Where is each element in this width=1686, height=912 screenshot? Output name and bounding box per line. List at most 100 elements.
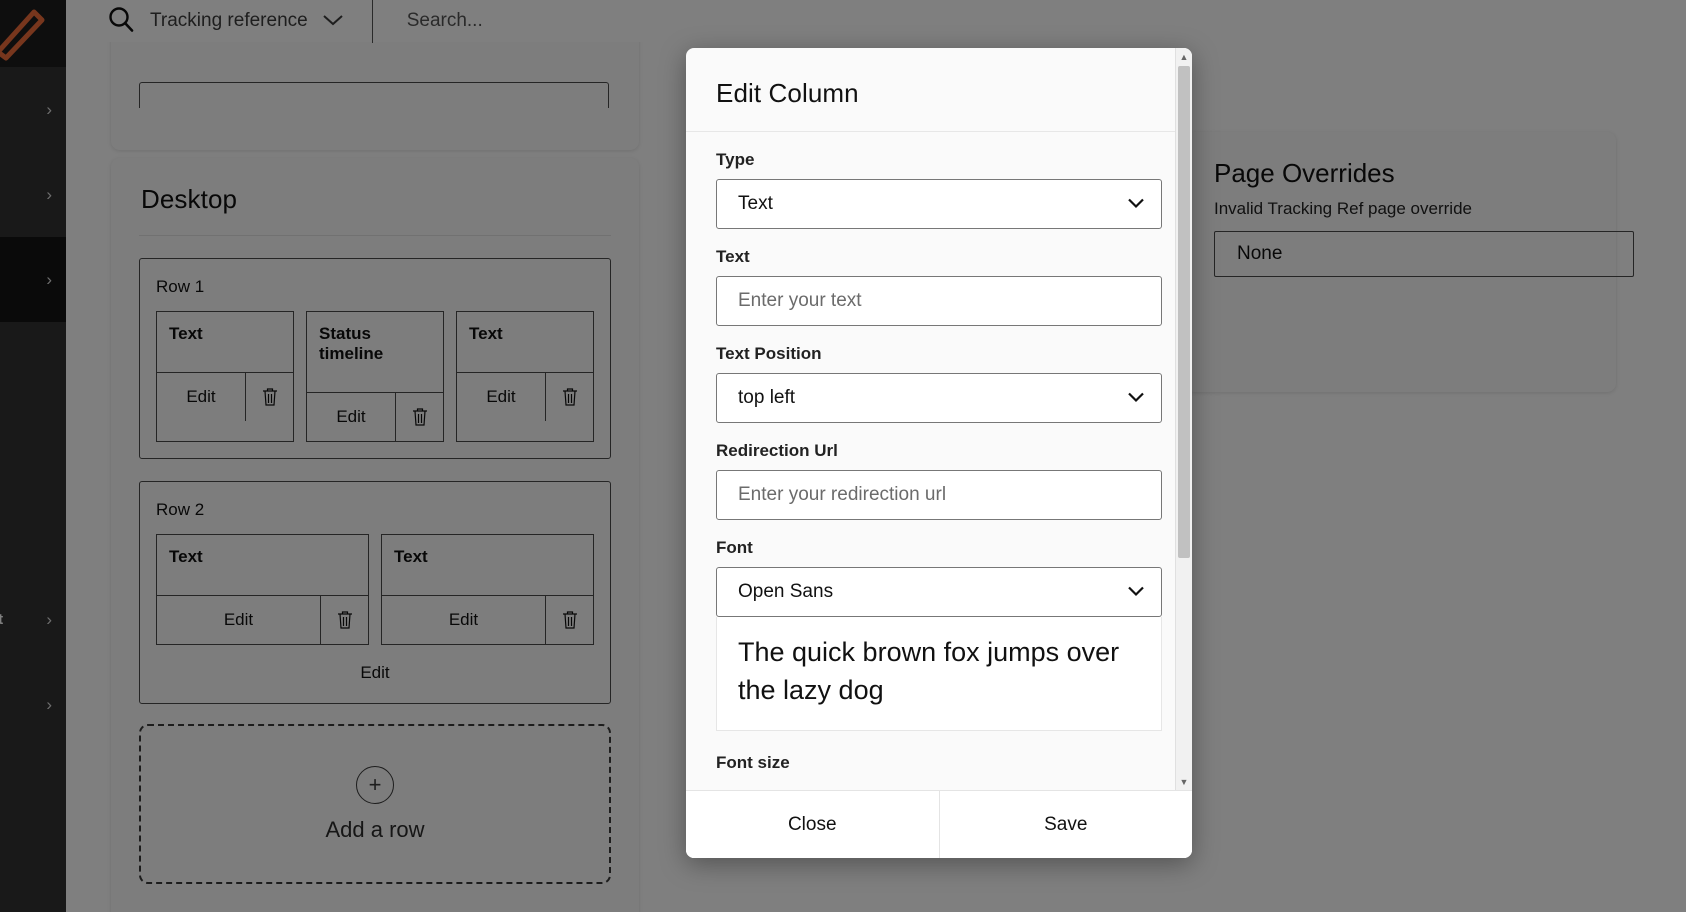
pen-logo-icon[interactable]: [0, 0, 66, 67]
edit-column-button[interactable]: Edit: [307, 393, 396, 441]
chevron-right-icon: ›: [46, 610, 52, 630]
chevron-right-icon: ›: [46, 695, 52, 715]
column-type-label: Text: [457, 312, 593, 372]
trash-icon[interactable]: [246, 373, 293, 421]
add-row-label: Add a row: [325, 817, 424, 843]
search-input[interactable]: Search...: [407, 10, 483, 32]
search-scope-label: Tracking reference: [150, 10, 308, 32]
scroll-up-arrow-icon[interactable]: ▲: [1176, 48, 1192, 65]
sidebar-item-label: port: [0, 611, 3, 628]
column-card: Text Edit: [381, 534, 594, 645]
chevron-down-icon: [1127, 390, 1145, 407]
row-label: Row 2: [156, 500, 594, 520]
search-bar[interactable]: Tracking reference Search...: [66, 0, 483, 42]
app-root: Tracking reference Search... Desktop: [0, 0, 1686, 912]
add-row-button[interactable]: + Add a row: [139, 724, 611, 884]
sidebar-spacer: [0, 492, 66, 577]
type-select-value: Text: [738, 193, 773, 215]
trash-icon[interactable]: [321, 596, 368, 644]
scrollbar-thumb[interactable]: [1178, 66, 1190, 558]
field-label-type: Type: [716, 150, 1162, 170]
column-card: Text Edit: [156, 534, 369, 645]
page-title: Desktop: [111, 158, 639, 215]
search-icon[interactable]: [106, 4, 136, 39]
column-actions: Edit: [157, 372, 293, 421]
search-divider: [372, 0, 373, 43]
modal-footer: Close Save: [686, 790, 1192, 858]
sidebar-item-4[interactable]: ›: [0, 662, 66, 747]
column-card: Text Edit: [456, 311, 594, 442]
field-label-text: Text: [716, 247, 1162, 267]
sidebar-item-3[interactable]: port ›: [0, 577, 66, 662]
column-actions: Edit: [157, 595, 368, 644]
font-preview-text: The quick brown fox jumps over the lazy …: [716, 617, 1162, 731]
edit-column-button[interactable]: Edit: [157, 596, 321, 644]
invalid-tracking-ref-select[interactable]: None: [1214, 231, 1634, 277]
page-overrides-subtitle: Invalid Tracking Ref page override: [1186, 189, 1616, 219]
edit-column-button[interactable]: Edit: [157, 373, 246, 421]
builder-row: Row 1 Text Edit Status: [139, 258, 611, 459]
field-label-font-size: Font size: [716, 753, 1162, 773]
column-card: Status timeline Edit: [306, 311, 444, 442]
column-type-label: Text: [382, 535, 593, 595]
trash-icon[interactable]: [546, 596, 593, 644]
divider: [139, 235, 611, 236]
edit-row-button[interactable]: Edit: [156, 645, 594, 687]
modal-scroll-area: Edit Column Type Text Text Enter your te…: [686, 48, 1192, 790]
field-label-redirection-url: Redirection Url: [716, 441, 1162, 461]
field-text: Text Enter your text: [716, 247, 1162, 326]
trash-icon[interactable]: [546, 373, 593, 421]
column-actions: Edit: [382, 595, 593, 644]
plus-circle-icon: +: [356, 766, 394, 804]
sidebar-item-0[interactable]: ds ›: [0, 67, 66, 152]
top-card-input[interactable]: [139, 82, 609, 108]
row-columns: Text Edit Text Edit: [156, 534, 594, 645]
edit-column-modal: Edit Column Type Text Text Enter your te…: [686, 48, 1192, 858]
top-bar: Tracking reference Search...: [66, 0, 1686, 42]
row-label: Row 1: [156, 277, 594, 297]
column-type-label: Text: [157, 535, 368, 595]
builder-row: Row 2 Text Edit Text: [139, 481, 611, 704]
save-button[interactable]: Save: [940, 791, 1193, 858]
column-actions: Edit: [457, 372, 593, 421]
sidebar-spacer: [0, 407, 66, 492]
column-actions: Edit: [307, 392, 443, 441]
font-select-value: Open Sans: [738, 581, 833, 603]
column-type-label: Text: [157, 312, 293, 372]
page-overrides-card: Page Overrides Invalid Tracking Ref page…: [1186, 132, 1616, 392]
chevron-right-icon: ›: [46, 270, 52, 290]
type-select[interactable]: Text: [716, 179, 1162, 229]
field-text-position: Text Position top left: [716, 344, 1162, 423]
text-input[interactable]: Enter your text: [716, 276, 1162, 326]
edit-column-button[interactable]: Edit: [457, 373, 546, 421]
trash-icon[interactable]: [396, 393, 443, 441]
edit-column-button[interactable]: Edit: [382, 596, 546, 644]
modal-header-divider: [686, 131, 1192, 132]
field-redirection-url: Redirection Url Enter your redirection u…: [716, 441, 1162, 520]
desktop-builder-card: Desktop Row 1 Text Edit: [111, 158, 639, 912]
sidebar: ds › › › port › ›: [0, 0, 66, 912]
search-scope-dropdown[interactable]: Tracking reference: [150, 10, 344, 32]
close-button[interactable]: Close: [686, 791, 939, 858]
modal-title: Edit Column: [716, 48, 1162, 131]
chevron-down-icon: [1127, 196, 1145, 213]
sidebar-spacer: [0, 322, 66, 407]
chevron-down-icon: [1127, 584, 1145, 601]
font-select[interactable]: Open Sans: [716, 567, 1162, 617]
row-columns: Text Edit Status timeline Edit: [156, 311, 594, 442]
redirection-url-input[interactable]: Enter your redirection url: [716, 470, 1162, 520]
chevron-right-icon: ›: [46, 100, 52, 120]
column-card: Text Edit: [156, 311, 294, 442]
chevron-right-icon: ›: [46, 185, 52, 205]
field-label-text-position: Text Position: [716, 344, 1162, 364]
modal-form: Type Text Text Enter your text Text Posi…: [686, 150, 1192, 773]
text-position-select[interactable]: top left: [716, 373, 1162, 423]
sidebar-item-2[interactable]: ›: [0, 237, 66, 322]
scroll-down-arrow-icon[interactable]: ▼: [1176, 773, 1192, 790]
modal-body: Edit Column: [686, 48, 1192, 131]
modal-scrollbar[interactable]: ▲ ▼: [1175, 48, 1192, 790]
field-type: Type Text: [716, 150, 1162, 229]
field-font: Font Open Sans The quick brown fox jumps…: [716, 538, 1162, 731]
sidebar-item-1[interactable]: ›: [0, 152, 66, 237]
text-position-value: top left: [738, 387, 795, 409]
